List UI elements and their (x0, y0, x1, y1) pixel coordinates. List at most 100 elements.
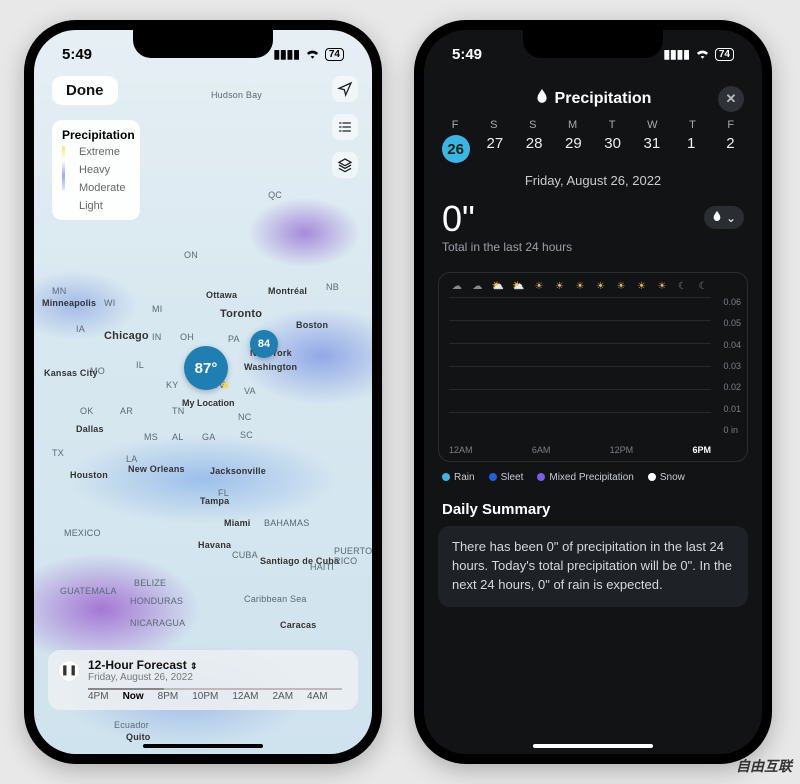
notch (523, 30, 663, 58)
timeline-tick: 12AM (232, 691, 258, 702)
legend-level: Moderate (79, 182, 125, 194)
current-temp-bubble[interactable]: 87° ☀ (184, 346, 228, 390)
sun-icon: ☀ (552, 281, 568, 292)
map-label: IN (152, 332, 161, 342)
signal-icon: ▮▮▮▮ (273, 47, 299, 61)
sun-icon: ☀ (654, 281, 670, 292)
list-icon[interactable] (332, 114, 358, 140)
date-cell-selected[interactable]: 26 (441, 135, 471, 163)
map-city[interactable]: Toronto (220, 308, 262, 320)
map-label: AL (172, 432, 183, 442)
pause-button[interactable]: ❚❚ (58, 660, 80, 682)
map-label: NC (238, 412, 251, 422)
map-label: MEXICO (64, 528, 101, 538)
map-city: Montréal (268, 286, 307, 296)
droplet-icon (535, 88, 549, 109)
map-label: NICARAGUA (130, 618, 185, 628)
map-label: IL (136, 360, 144, 370)
chart-y-axis: 0.060.05 0.040.03 0.020.01 0 in (723, 297, 741, 435)
sun-icon: ☀ (572, 281, 588, 292)
sun-icon: ☀ (593, 281, 609, 292)
unit-selector[interactable]: ⌄ (704, 206, 744, 229)
summary-text: There has been 0" of precipitation in th… (438, 526, 748, 607)
weekday: F (452, 119, 459, 131)
weekday: S (490, 119, 497, 131)
map-label: VA (244, 386, 256, 396)
legend-dot-snow (648, 473, 656, 481)
moon-icon: ☾ (675, 281, 691, 292)
map-city[interactable]: Chicago (104, 330, 149, 342)
forecast-bar[interactable]: ❚❚ 12-Hour Forecast ⇕ Friday, August 26,… (48, 650, 358, 710)
chart-x-axis: 12AM 6AM 12PM 6PM (449, 445, 711, 455)
precipitation-legend: Precipitation Extreme Heavy Moderate Lig… (52, 120, 140, 220)
map-city: Washington (244, 362, 297, 372)
timeline-tick-now: Now (123, 691, 144, 702)
sun-icon: ☀ (531, 281, 547, 292)
map-label: BAHAMAS (264, 518, 309, 528)
legend-title: Precipitation (62, 128, 130, 142)
forecast-date: Friday, August 26, 2022 (88, 672, 198, 683)
map-city: Minneapolis (42, 298, 96, 308)
home-indicator[interactable] (143, 744, 263, 748)
weather-map[interactable]: Done Precipitation Extreme (34, 30, 372, 754)
map-city: Boston (296, 320, 328, 330)
partly-icon: ⛅ (511, 281, 527, 292)
status-time: 5:49 (62, 46, 92, 63)
date-cell[interactable]: 29 (558, 135, 588, 163)
status-icons: ▮▮▮▮ 74 (663, 47, 734, 62)
home-indicator[interactable] (533, 744, 653, 748)
map-label: MI (152, 304, 162, 314)
map-label: HAITI (310, 562, 334, 572)
moon-icon: ☾ (695, 281, 711, 292)
map-label: PA (228, 334, 240, 344)
map-label: Caribbean Sea (244, 594, 307, 604)
timeline-tick: 2AM (272, 691, 293, 702)
wifi-icon (305, 47, 320, 62)
date-cell[interactable]: 30 (598, 135, 628, 163)
legend-label: Rain (454, 472, 475, 483)
hourly-chart: ☁☁ ⛅⛅ ☀☀ ☀☀ ☀☀ ☀ ☾☾ 0.060.05 0.040.03 0.… (438, 272, 748, 462)
legend-label: Mixed Precipitation (549, 472, 633, 483)
map-label: ON (184, 250, 198, 260)
cloud-icon: ☁ (470, 281, 486, 292)
secondary-temp-bubble[interactable]: 84 (250, 330, 278, 358)
full-date: Friday, August 26, 2022 (424, 171, 762, 198)
sun-icon: ☀ (613, 281, 629, 292)
timeline-tick: 4PM (88, 691, 109, 702)
map-label: GUATEMALA (60, 586, 117, 596)
precipitation-detail: Precipitation ✕ F S S M T W T F 26 27 28… (424, 30, 762, 754)
close-button[interactable]: ✕ (718, 86, 744, 112)
date-strip[interactable]: 26 27 28 29 30 31 1 2 (424, 133, 762, 171)
legend-dot-sleet (489, 473, 497, 481)
done-button[interactable]: Done (52, 76, 118, 105)
date-cell[interactable]: 27 (480, 135, 510, 163)
legend-dot-mixed (537, 473, 545, 481)
my-location-label: My Location (182, 398, 235, 408)
date-cell[interactable]: 2 (715, 135, 745, 163)
legend-label: Sleet (501, 472, 524, 483)
total-subtitle: Total in the last 24 hours (424, 240, 762, 264)
wifi-icon (695, 47, 710, 62)
date-cell[interactable]: 28 (519, 135, 549, 163)
map-label: OH (180, 332, 194, 342)
legend-level: Heavy (79, 164, 125, 176)
map-label: SC (240, 430, 253, 440)
weekday-strip: F S S M T W T F (424, 117, 762, 133)
layers-icon[interactable] (332, 152, 358, 178)
map-city: Caracas (280, 620, 316, 630)
legend-label: Snow (660, 472, 685, 483)
map-city: Tampa (200, 496, 229, 506)
date-cell[interactable]: 31 (637, 135, 667, 163)
map-city: Havana (198, 540, 231, 550)
forecast-timeline[interactable]: 4PM Now 8PM 10PM 12AM 2AM 4AM (58, 691, 348, 702)
weekday: T (609, 119, 616, 131)
date-cell[interactable]: 1 (676, 135, 706, 163)
map-label: NB (326, 282, 339, 292)
sun-icon: ☀ (634, 281, 650, 292)
chevron-down-icon: ⌄ (726, 211, 736, 225)
map-label: Ecuador (114, 720, 149, 730)
map-label: PUERTO RICO (334, 546, 372, 566)
map-label: AR (120, 406, 133, 416)
location-arrow-icon[interactable] (332, 76, 358, 102)
map-label: LA (126, 454, 137, 464)
